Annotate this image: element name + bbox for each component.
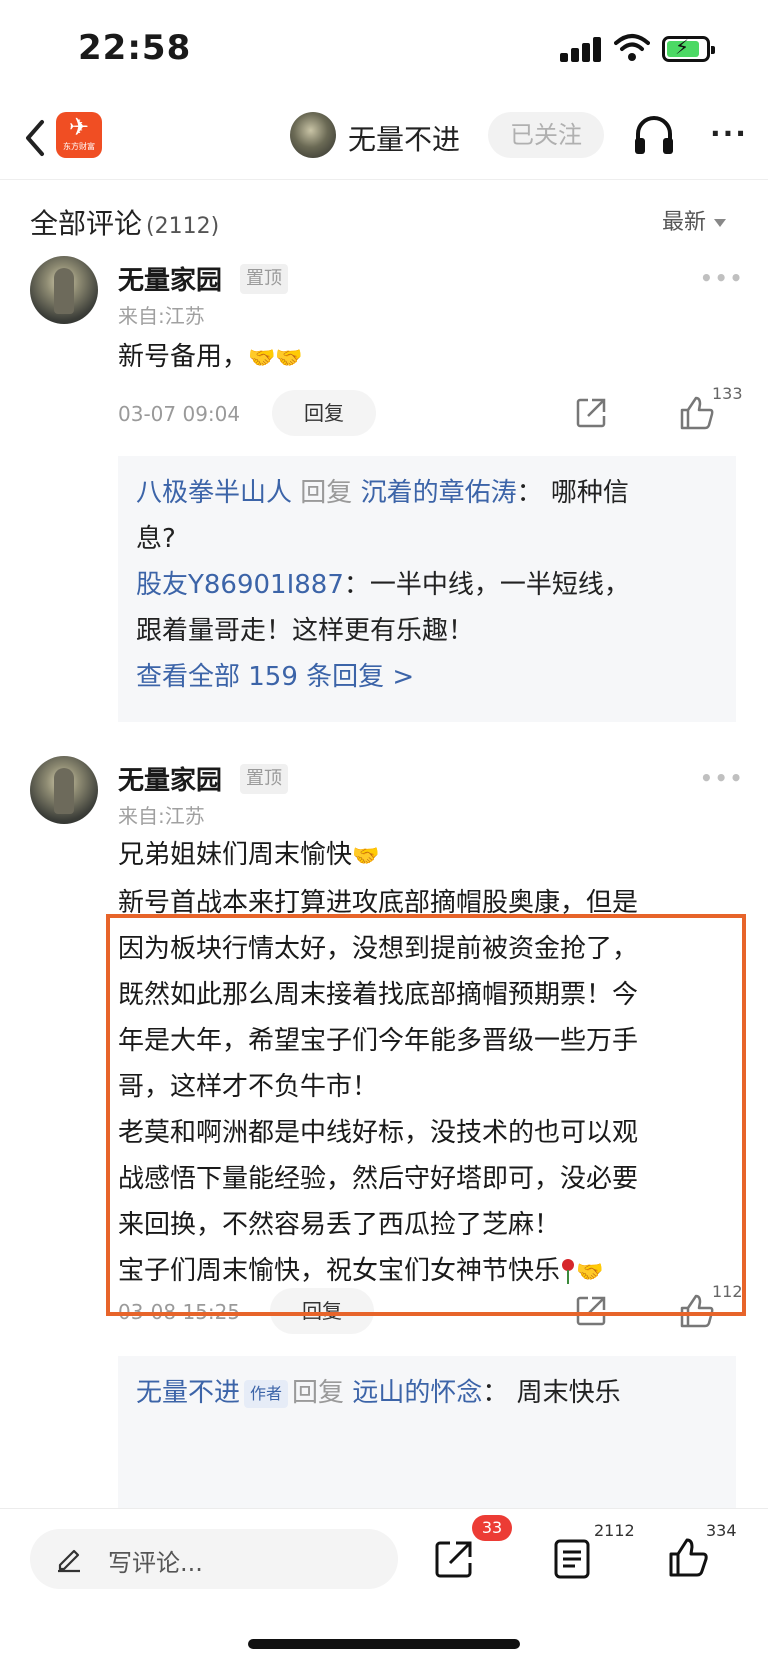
- handshake-icon: 🤝🤝: [248, 346, 303, 371]
- comments-title: 全部评论 (2112): [30, 202, 219, 242]
- reply-target[interactable]: 沉着的章佑涛: [361, 478, 517, 508]
- pinned-badge: 置顶: [240, 264, 288, 294]
- comment-line: 战感悟下量能经验，然后守好塔即可，没必要: [118, 1164, 639, 1194]
- headphone-icon[interactable]: [630, 110, 678, 158]
- share-icon[interactable]: [574, 396, 608, 430]
- sort-label: 最新: [662, 210, 707, 235]
- commenter-name[interactable]: 无量家园: [118, 260, 222, 297]
- share-icon[interactable]: [432, 1537, 476, 1581]
- comment-line: 老莫和啊洲都是中线好标，没技术的也可以观: [118, 1118, 639, 1148]
- reply-text: ： 周末快乐: [482, 1378, 621, 1408]
- logo-text: 东方财富: [63, 142, 95, 151]
- caret-down-icon: [714, 219, 727, 227]
- reply-text-cont: 跟着量哥走！这样更有乐趣！: [136, 616, 475, 646]
- handshake-icon: 🤝: [352, 844, 380, 869]
- comment-body: 新号备用，🤝🤝: [118, 334, 718, 382]
- reply-text-cont: 息?: [136, 524, 176, 554]
- commenter-avatar[interactable]: [30, 256, 98, 324]
- reply-text: ： 哪种信: [516, 478, 629, 508]
- reply-verb: 回复: [292, 1378, 345, 1408]
- sort-dropdown[interactable]: 最新: [662, 204, 727, 236]
- reply-item: 八极拳半山人 回复 沉着的章佑涛： 哪种信: [136, 470, 718, 516]
- comment-line: 新号首战本来打算进攻底部摘帽股奥康，但是: [118, 888, 639, 918]
- comment-time: 03-07 09:04: [118, 402, 241, 426]
- nav-bar: ✈ 东方财富 无量不进 已关注 ···: [0, 100, 768, 180]
- comments-title-text: 全部评论: [30, 207, 143, 240]
- comment-more-icon[interactable]: •••: [700, 766, 744, 790]
- replies-box: 八极拳半山人 回复 沉着的章佑涛： 哪种信 息? 股友Y86901I887：一半…: [118, 456, 736, 722]
- comment-line: 宝子们周末愉快，祝女宝们女神节快乐: [118, 1256, 561, 1286]
- app-logo[interactable]: ✈ 东方财富: [56, 112, 102, 158]
- comment-body: 兄弟姐妹们周末愉快🤝 新号首战本来打算进攻底部摘帽股奥康，但是 因为板块行情太好…: [118, 832, 718, 1296]
- share-count-badge: 33: [472, 1515, 512, 1541]
- reply-button[interactable]: 回复: [272, 390, 376, 436]
- like-icon[interactable]: [678, 394, 716, 432]
- comments-list-icon[interactable]: [552, 1537, 592, 1581]
- wifi-icon: [614, 34, 650, 61]
- reply-text: ：一半中线，一半短线，: [343, 570, 630, 600]
- comment-line: 兄弟姐妹们周末愉快: [118, 840, 353, 870]
- comment-input-placeholder: 写评论...: [108, 1549, 203, 1577]
- author-name[interactable]: 无量不进: [348, 118, 460, 158]
- logo-glyph-icon: ✈: [68, 113, 90, 141]
- signal-icon: [560, 36, 602, 62]
- view-all-replies-link[interactable]: 查看全部 159 条回复 >: [136, 654, 718, 700]
- pinned-badge: 置顶: [240, 764, 288, 794]
- commenter-name[interactable]: 无量家园: [118, 760, 222, 797]
- reply-verb: 回复: [300, 478, 353, 508]
- comment-count: 2112: [594, 1521, 635, 1540]
- reply-item: 无量不进 作者 回复 远山的怀念： 周末快乐: [136, 1370, 718, 1416]
- commenter-location: 来自:江苏: [118, 304, 205, 328]
- bottom-bar: 写评论... 33 2112 334: [0, 1508, 768, 1664]
- handshake-icon: 🤝: [576, 1260, 604, 1285]
- battery-icon: ⚡: [662, 35, 715, 62]
- comment-time: 03-08 15:25: [118, 1300, 241, 1324]
- reply-user[interactable]: 八极拳半山人: [136, 478, 292, 508]
- comment-line: 年是大年，希望宝子们今年能多晋级一些万手: [118, 1026, 639, 1056]
- comments-count: (2112): [146, 214, 220, 239]
- home-indicator[interactable]: [248, 1639, 520, 1649]
- like-count: 334: [706, 1521, 737, 1540]
- comment-line: 新号备用，: [118, 342, 249, 372]
- share-icon[interactable]: [574, 1294, 608, 1328]
- author-avatar[interactable]: [290, 112, 336, 158]
- rose-icon: [560, 1258, 576, 1285]
- reply-user[interactable]: 无量不进: [136, 1378, 240, 1408]
- like-count: 112: [712, 1282, 743, 1301]
- pencil-icon: [58, 1549, 80, 1573]
- comment-input[interactable]: 写评论...: [30, 1529, 398, 1589]
- status-bar: 22:58 ⚡: [0, 0, 768, 96]
- author-badge: 作者: [244, 1379, 289, 1408]
- replies-box: 无量不进 作者 回复 远山的怀念： 周末快乐: [118, 1356, 736, 1516]
- reply-item: 股友Y86901I887：一半中线，一半短线，: [136, 562, 718, 608]
- commenter-location: 来自:江苏: [118, 804, 205, 828]
- reply-user[interactable]: 股友Y86901I887: [136, 570, 344, 600]
- like-count: 133: [712, 384, 743, 403]
- back-icon[interactable]: [20, 116, 50, 160]
- reply-target[interactable]: 远山的怀念: [352, 1378, 482, 1408]
- comment-line: 来回换，不然容易丢了西瓜捡了芝麻！: [118, 1210, 561, 1240]
- comment-line: 既然如此那么周末接着找底部摘帽预期票！今: [118, 980, 639, 1010]
- follow-button[interactable]: 已关注: [488, 112, 604, 158]
- comments-header: 全部评论 (2112) 最新: [0, 190, 768, 250]
- commenter-avatar[interactable]: [30, 756, 98, 824]
- more-icon[interactable]: ···: [710, 116, 750, 156]
- like-icon[interactable]: [678, 1292, 716, 1330]
- reply-button[interactable]: 回复: [270, 1288, 374, 1334]
- like-icon[interactable]: [666, 1535, 710, 1579]
- comment-line: 哥，这样才不负牛市！: [118, 1072, 379, 1102]
- comment-more-icon[interactable]: •••: [700, 266, 744, 290]
- status-time: 22:58: [78, 28, 192, 68]
- comment-line: 因为板块行情太好，没想到提前被资金抢了，: [118, 934, 639, 964]
